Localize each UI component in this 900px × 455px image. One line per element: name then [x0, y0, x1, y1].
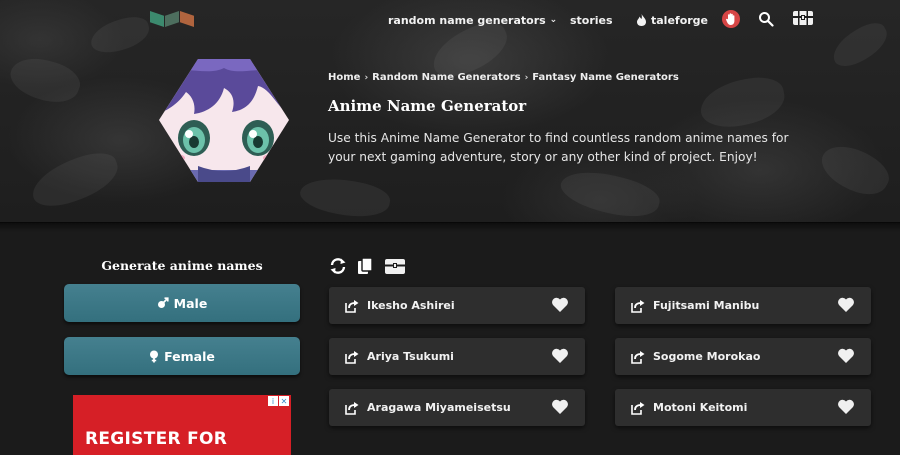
share-icon[interactable]	[345, 350, 359, 364]
name-text: Sogome Morokao	[653, 350, 761, 363]
share-icon[interactable]	[345, 299, 359, 313]
name-text: Ariya Tsukumi	[367, 350, 454, 363]
name-text: Fujitsami Manibu	[653, 299, 760, 312]
treasure-chest-icon[interactable]	[792, 10, 814, 26]
nav-label: stories	[570, 13, 613, 27]
breadcrumb: Home › Random Name Generators › Fantasy …	[328, 72, 679, 83]
breadcrumb-home-link[interactable]: Home	[328, 72, 360, 83]
name-text: Ikesho Ashirei	[367, 299, 455, 312]
background-leaf	[696, 72, 789, 133]
breadcrumb-fantasy-name-generators-link[interactable]: Fantasy Name Generators	[532, 72, 679, 83]
ad-info-icon[interactable]: i	[268, 396, 278, 406]
heart-icon[interactable]	[551, 297, 569, 313]
breadcrumb-random-name-generators-link[interactable]: Random Name Generators	[372, 72, 520, 83]
male-button[interactable]: Male	[64, 284, 300, 322]
chevron-right-icon: ›	[524, 72, 529, 83]
hero-shadow	[0, 222, 900, 232]
male-symbol-icon	[157, 297, 169, 308]
background-leaf	[25, 145, 125, 215]
chevron-down-icon: ⌄	[549, 15, 558, 25]
name-card[interactable]: Fujitsami Manibu	[615, 287, 871, 324]
nav-random-name-generators[interactable]: random name generators ⌄	[388, 10, 557, 30]
name-card[interactable]: Ariya Tsukumi	[329, 338, 585, 375]
nav-taleforge[interactable]: taleforge	[636, 10, 708, 30]
search-icon[interactable]	[758, 11, 774, 27]
page-title: Anime Name Generator	[328, 97, 527, 115]
name-text: Motoni Keitomi	[653, 401, 748, 414]
chevron-right-icon: ›	[364, 72, 369, 83]
share-icon[interactable]	[631, 350, 645, 364]
copy-icon[interactable]	[357, 257, 374, 275]
nav-stories[interactable]: stories	[570, 10, 613, 30]
background-leaf	[297, 172, 393, 223]
background-leaf	[826, 17, 894, 73]
name-card[interactable]: Ikesho Ashirei	[329, 287, 585, 324]
heart-icon[interactable]	[551, 399, 569, 415]
male-button-label: Male	[173, 295, 208, 311]
background-leaf	[556, 162, 664, 226]
ad-headline: REGISTER FOR	[85, 429, 228, 449]
background-leaf	[5, 49, 85, 111]
ad-choices-badge[interactable]: i ✕	[268, 396, 289, 406]
page-intro: Use this Anime Name Generator to find co…	[328, 131, 789, 164]
name-card[interactable]: Aragawa Miyameisetsu	[329, 389, 585, 426]
background-leaf	[87, 12, 153, 58]
name-card[interactable]: Sogome Morokao	[615, 338, 871, 375]
name-card[interactable]: Motoni Keitomi	[615, 389, 871, 426]
hand-icon	[726, 13, 735, 25]
share-icon[interactable]	[345, 401, 359, 415]
name-text: Aragawa Miyameisetsu	[367, 401, 511, 414]
hand-button[interactable]	[722, 10, 740, 28]
advertisement-banner[interactable]: i ✕ REGISTER FOR	[73, 395, 291, 455]
close-icon[interactable]: ✕	[279, 396, 289, 406]
refresh-icon[interactable]	[329, 257, 347, 275]
book-logo-icon[interactable]	[150, 11, 194, 27]
flame-icon	[637, 14, 646, 26]
female-button-label: Female	[164, 348, 215, 364]
female-symbol-icon	[150, 350, 159, 362]
share-icon[interactable]	[631, 401, 645, 415]
background-leaf	[814, 135, 896, 205]
share-icon[interactable]	[631, 299, 645, 313]
nav-label: taleforge	[651, 13, 709, 27]
heart-icon[interactable]	[837, 399, 855, 415]
heart-icon[interactable]	[837, 348, 855, 364]
anime-avatar-image	[159, 59, 289, 182]
treasure-chest-icon[interactable]	[384, 257, 406, 275]
female-button[interactable]: Female	[64, 337, 300, 375]
generator-heading: Generate anime names	[101, 258, 263, 273]
heart-icon[interactable]	[837, 297, 855, 313]
heart-icon[interactable]	[551, 348, 569, 364]
nav-label: random name generators	[388, 13, 546, 27]
